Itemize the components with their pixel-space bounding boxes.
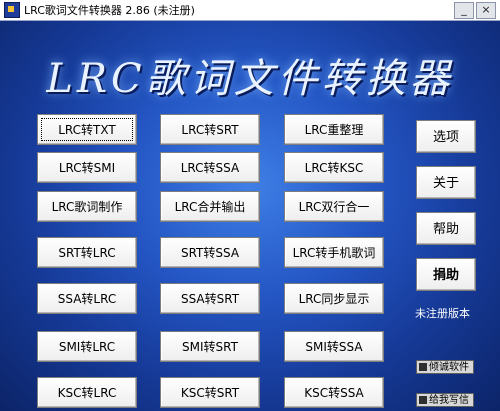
ksc-to-srt-button[interactable]: KSC转SRT (160, 377, 260, 408)
smi-to-lrc-button[interactable]: SMI转LRC (37, 331, 137, 362)
lrc-make-button[interactable]: LRC歌词制作 (37, 191, 137, 222)
software-link[interactable]: 倾诚软件 (416, 360, 474, 374)
smi-to-ssa-button[interactable]: SMI转SSA (284, 331, 384, 362)
about-button[interactable]: 关于 (416, 166, 476, 199)
ksc-to-lrc-button[interactable]: KSC转LRC (37, 377, 137, 408)
software-link-label: 倾诚软件 (429, 362, 469, 373)
app-logo-title: LRC歌词文件转换器 (46, 56, 454, 102)
app-icon (4, 2, 20, 18)
srt-to-ssa-button[interactable]: SRT转SSA (160, 237, 260, 268)
lrc-to-smi-button[interactable]: LRC转SMI (37, 152, 137, 183)
lrc-double-line-button[interactable]: LRC双行合一 (284, 191, 384, 222)
lrc-to-txt-button[interactable]: LRC转TXT (37, 114, 137, 145)
donate-button[interactable]: 捐助 (416, 258, 476, 291)
lrc-to-srt-button[interactable]: LRC转SRT (160, 114, 260, 145)
lrc-sync-display-button[interactable]: LRC同步显示 (284, 283, 384, 314)
smi-to-srt-button[interactable]: SMI转SRT (160, 331, 260, 362)
ssa-to-srt-button[interactable]: SSA转SRT (160, 283, 260, 314)
options-button[interactable]: 选项 (416, 120, 476, 153)
srt-to-lrc-button[interactable]: SRT转LRC (37, 237, 137, 268)
contact-link-label: 给我写信 (429, 395, 469, 406)
mail-icon (419, 396, 427, 404)
ksc-to-ssa-button[interactable]: KSC转SSA (284, 377, 384, 408)
lrc-reorganize-button[interactable]: LRC重整理 (284, 114, 384, 145)
title-bar: LRC歌词文件转换器 2.86 (未注册) _ × (0, 0, 500, 21)
ssa-to-lrc-button[interactable]: SSA转LRC (37, 283, 137, 314)
lrc-merge-output-button[interactable]: LRC合并输出 (160, 191, 260, 222)
help-button[interactable]: 帮助 (416, 212, 476, 245)
contact-link[interactable]: 给我写信 (416, 393, 474, 407)
lrc-to-mobile-button[interactable]: LRC转手机歌词 (284, 237, 384, 268)
lrc-to-ssa-button[interactable]: LRC转SSA (160, 152, 260, 183)
minimize-icon[interactable]: _ (454, 2, 474, 19)
registration-status: 未注册版本 (415, 307, 470, 320)
window-title: LRC歌词文件转换器 2.86 (未注册) (24, 4, 195, 17)
grid-icon (419, 363, 427, 371)
close-icon[interactable]: × (476, 2, 496, 19)
lrc-to-ksc-button[interactable]: LRC转KSC (284, 152, 384, 183)
app-window: LRC歌词文件转换器 2.86 (未注册) _ × LRC歌词文件转换器 LRC… (0, 0, 500, 411)
